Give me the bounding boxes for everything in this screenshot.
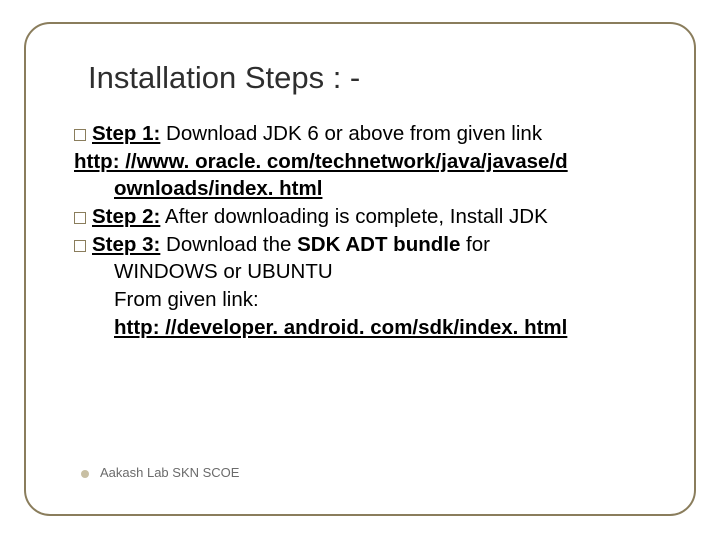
footer-text: Aakash Lab SKN SCOE [100, 465, 239, 480]
step-3-text-a: Download the [160, 233, 297, 256]
step-1-text: Download JDK 6 or above from given link [160, 122, 542, 145]
slide-frame: Installation Steps : - Step 1: Download … [24, 22, 696, 516]
jdk-download-link-cont[interactable]: ownloads/index. html [114, 177, 322, 200]
step-1-link-line-2: ownloads/index. html [74, 175, 658, 203]
step-1-link-line-1: http: //www. oracle. com/technetwork/jav… [74, 148, 658, 176]
step-3-link-line: http: //developer. android. com/sdk/inde… [74, 314, 658, 342]
bullet-square-icon [74, 212, 86, 224]
bullet-square-icon [74, 240, 86, 252]
step-3-text-b: for [460, 233, 490, 256]
jdk-download-link[interactable]: http: //www. oracle. com/technetwork/jav… [74, 150, 568, 173]
step-3-bold: SDK ADT bundle [297, 233, 460, 256]
slide-title: Installation Steps : - [88, 60, 658, 96]
step-3-line: Step 3: Download the SDK ADT bundle for [74, 231, 658, 259]
step-2-label: Step 2: [92, 205, 160, 228]
footer-dot-icon [81, 470, 89, 478]
slide: Installation Steps : - Step 1: Download … [0, 0, 720, 540]
step-1-line: Step 1: Download JDK 6 or above from giv… [74, 120, 658, 148]
bullet-square-icon [74, 129, 86, 141]
slide-body: Step 1: Download JDK 6 or above from giv… [74, 120, 658, 341]
step-3-line-3: From given link: [74, 286, 658, 314]
step-2-line: Step 2: After downloading is complete, I… [74, 203, 658, 231]
step-3-label: Step 3: [92, 233, 160, 256]
step-3-line-2: WINDOWS or UBUNTU [74, 258, 658, 286]
sdk-download-link[interactable]: http: //developer. android. com/sdk/inde… [114, 316, 567, 339]
step-2-text: After downloading is complete, Install J… [160, 205, 547, 228]
step-1-label: Step 1: [92, 122, 160, 145]
